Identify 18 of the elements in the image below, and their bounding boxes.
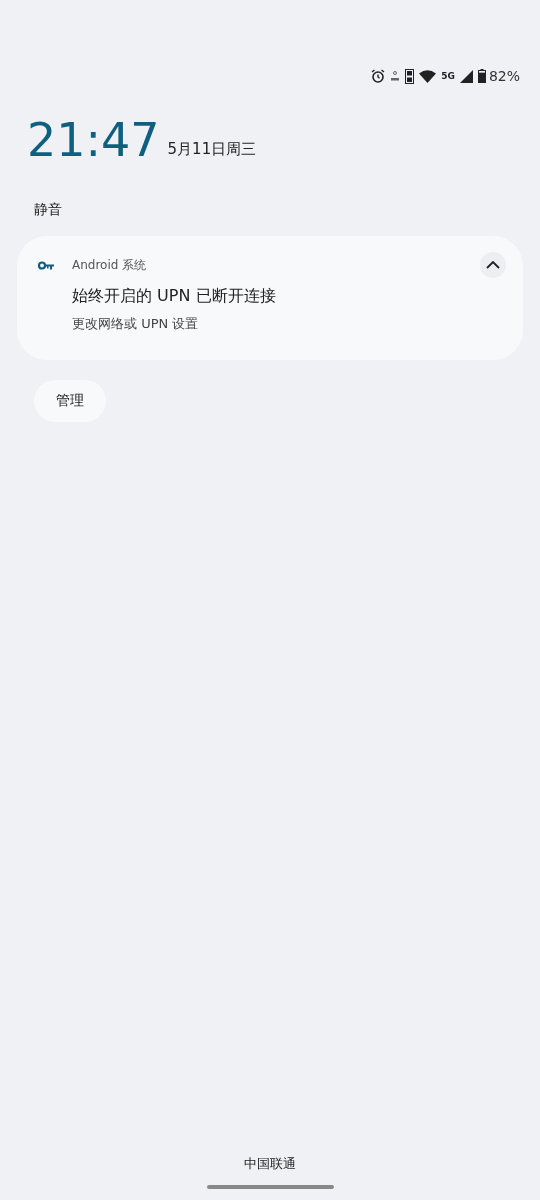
key-icon	[38, 260, 54, 270]
section-title: 静音	[33, 200, 63, 219]
app-name: Android 系统	[72, 256, 148, 274]
battery-icon	[477, 69, 486, 83]
battery-percent: 82%	[488, 68, 520, 84]
carrier-name: 中国联通	[244, 1155, 296, 1173]
notification-card[interactable]: Android 系统 始终开启的 UPN 已断开连接 更改网络或 UPN 设置	[17, 236, 523, 360]
wifi-icon	[419, 69, 437, 83]
signal-icon	[459, 69, 473, 83]
expand-button[interactable]	[480, 252, 506, 278]
clock-time: 21:47	[27, 117, 160, 163]
network-type: 5G	[441, 71, 455, 81]
clock-date: 5月11日周三	[167, 140, 257, 159]
notification-title: 始终开启的 UPN 已断开连接	[71, 285, 277, 307]
caret-icon	[486, 261, 500, 269]
manage-button[interactable]: 管理	[34, 380, 106, 422]
notification-text: 更改网络或 UPN 设置	[71, 315, 200, 333]
alarm-icon	[371, 69, 386, 83]
